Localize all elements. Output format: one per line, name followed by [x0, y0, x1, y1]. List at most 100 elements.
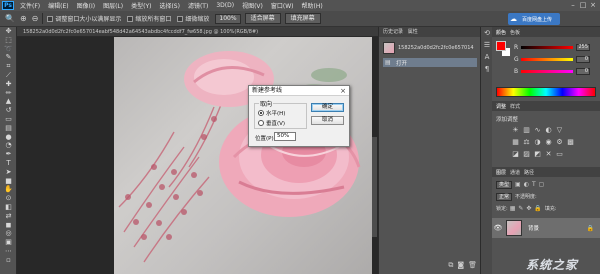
blue-value[interactable]: 0: [576, 67, 590, 75]
quick-mask-icon[interactable]: ◎: [0, 229, 17, 238]
tab-layers[interactable]: 图层: [496, 169, 506, 176]
menu-image[interactable]: 图像(I): [77, 1, 95, 10]
menu-view[interactable]: 视图(V): [242, 1, 263, 10]
minimize-button[interactable]: –: [568, 1, 578, 9]
zoom-tool-icon[interactable]: ⊙: [0, 194, 17, 203]
close-window-button[interactable]: ×: [588, 1, 598, 9]
history-snapshot[interactable]: 158252a0d0d2fc2fc0e657014...: [383, 41, 477, 55]
red-slider[interactable]: [521, 45, 573, 49]
color-balance-icon[interactable]: ⚖: [521, 137, 532, 147]
filter-pixel-icon[interactable]: ▣: [515, 181, 521, 188]
checkbox-box[interactable]: [47, 15, 54, 22]
levels-icon[interactable]: ▥: [521, 125, 532, 135]
menu-select[interactable]: 选择(S): [159, 1, 180, 10]
vertical-radio[interactable]: [258, 120, 264, 126]
tab-history[interactable]: 历史记录: [383, 29, 403, 35]
filter-adjustment-icon[interactable]: ◐: [524, 181, 529, 188]
ok-button[interactable]: 确定: [311, 103, 344, 112]
menu-edit[interactable]: 编辑(E): [48, 1, 68, 10]
layer-filter-select[interactable]: 类型: [496, 180, 513, 189]
zoom-all-windows-checkbox[interactable]: 缩放所有窗口: [127, 14, 171, 23]
dialog-close-icon[interactable]: ×: [340, 86, 346, 96]
color-swatch-icon[interactable]: ◼: [0, 221, 17, 230]
photo-filter-icon[interactable]: ◉: [543, 137, 554, 147]
lock-image-icon[interactable]: ✎: [518, 205, 523, 212]
color-spectrum-ramp[interactable]: [496, 87, 596, 97]
hue-saturation-icon[interactable]: ▦: [510, 137, 521, 147]
hand-tool-icon[interactable]: ✋: [0, 185, 17, 194]
vertical-radio-row[interactable]: 垂直(V): [258, 119, 285, 127]
channel-mixer-icon[interactable]: ⚙: [554, 137, 565, 147]
blend-mode-select[interactable]: 正常: [496, 192, 513, 201]
foreground-color-swatch[interactable]: [496, 41, 506, 51]
default-colors-icon[interactable]: ◧: [0, 203, 17, 212]
curves-icon[interactable]: ∿: [532, 125, 543, 135]
threshold-icon[interactable]: ◩: [532, 149, 543, 159]
eraser-tool-icon[interactable]: ▭: [0, 115, 17, 124]
pen-tool-icon[interactable]: ✒: [0, 150, 17, 159]
horizontal-radio-row[interactable]: 水平(H): [258, 109, 285, 117]
vibrance-icon[interactable]: ▽: [554, 125, 565, 135]
menu-filter[interactable]: 滤镜(T): [188, 1, 208, 10]
color-lookup-icon[interactable]: ▩: [565, 137, 576, 147]
selective-color-icon[interactable]: ✕: [543, 149, 554, 159]
type-tool-icon[interactable]: T: [0, 159, 17, 168]
zoom-out-icon[interactable]: ⊖: [32, 14, 39, 23]
blur-tool-icon[interactable]: ●: [0, 133, 17, 142]
menu-type[interactable]: 类型(Y): [131, 1, 151, 10]
blue-slider[interactable]: [521, 69, 573, 73]
healing-brush-tool-icon[interactable]: ✚: [0, 80, 17, 89]
history-brush-tool-icon[interactable]: ↺: [0, 106, 17, 115]
clone-stamp-tool-icon[interactable]: ▲: [0, 97, 17, 106]
eyedropper-tool-icon[interactable]: ⟋: [0, 71, 17, 80]
dodge-tool-icon[interactable]: ◔: [0, 141, 17, 150]
menu-window[interactable]: 窗口(W): [271, 1, 294, 10]
exposure-icon[interactable]: ◐: [543, 125, 554, 135]
filter-shape-icon[interactable]: ▢: [539, 181, 545, 188]
gradient-map-icon[interactable]: ▭: [554, 149, 565, 159]
restore-button[interactable]: □: [578, 1, 588, 9]
fill-screen-button[interactable]: 填充屏幕: [284, 13, 321, 24]
move-tool-icon[interactable]: ✥: [0, 27, 17, 36]
tab-properties[interactable]: 属性: [408, 29, 418, 35]
marquee-tool-icon[interactable]: ⬚: [0, 36, 17, 45]
menu-help[interactable]: 帮助(H): [302, 1, 323, 10]
brush-tool-icon[interactable]: ✏: [0, 89, 17, 98]
upload-widget[interactable]: ☁ 百度网盘上传: [508, 13, 560, 25]
gradient-tool-icon[interactable]: ▤: [0, 124, 17, 133]
posterize-icon[interactable]: ▨: [521, 149, 532, 159]
fit-screen-button[interactable]: 适合屏幕: [244, 13, 281, 24]
history-state-open[interactable]: ▤ 打开: [383, 58, 477, 67]
filter-type-icon[interactable]: T: [532, 181, 536, 188]
path-select-tool-icon[interactable]: ➤: [0, 168, 17, 177]
position-input[interactable]: 50%: [274, 132, 296, 141]
checkbox-box[interactable]: [177, 15, 184, 22]
resize-windows-checkbox[interactable]: 调整窗口大小以满屏显示: [47, 14, 121, 23]
swap-colors-icon[interactable]: ⇄: [0, 212, 17, 221]
lock-all-icon[interactable]: 🔒: [534, 205, 541, 212]
red-value[interactable]: 255: [576, 43, 590, 51]
lasso-tool-icon[interactable]: ➰: [0, 45, 17, 54]
zoom-icon[interactable]: 🔍: [5, 14, 15, 23]
extra-tool-icon[interactable]: ▫: [0, 256, 17, 265]
screen-mode-icon[interactable]: ▣: [0, 238, 17, 247]
horizontal-radio[interactable]: [258, 110, 264, 116]
tab-channels[interactable]: 通道: [510, 169, 520, 176]
tab-swatches[interactable]: 色板: [510, 29, 520, 36]
visibility-eye-icon[interactable]: 👁: [492, 224, 504, 232]
crop-tool-icon[interactable]: ⌗: [0, 62, 17, 71]
zoom-in-icon[interactable]: ⊕: [20, 14, 27, 23]
green-value[interactable]: 0: [576, 55, 590, 63]
canvas-area[interactable]: [17, 37, 378, 274]
tab-adjustments[interactable]: 调整: [496, 103, 506, 110]
vertical-scrollbar[interactable]: [372, 137, 377, 237]
new-document-from-state-icon[interactable]: ⧉: [448, 261, 453, 270]
black-white-icon[interactable]: ◑: [532, 137, 543, 147]
menu-file[interactable]: 文件(F): [20, 1, 40, 10]
trash-icon[interactable]: 🗑: [468, 261, 477, 269]
quick-select-tool-icon[interactable]: ✎: [0, 53, 17, 62]
green-slider[interactable]: [521, 57, 573, 61]
document-tab[interactable]: 158252a0d0d2fc2fc0e657014eabf548d42a6454…: [17, 27, 378, 37]
brightness-icon[interactable]: ☀: [510, 125, 521, 135]
more-tools-icon[interactable]: ⋯: [0, 247, 17, 256]
